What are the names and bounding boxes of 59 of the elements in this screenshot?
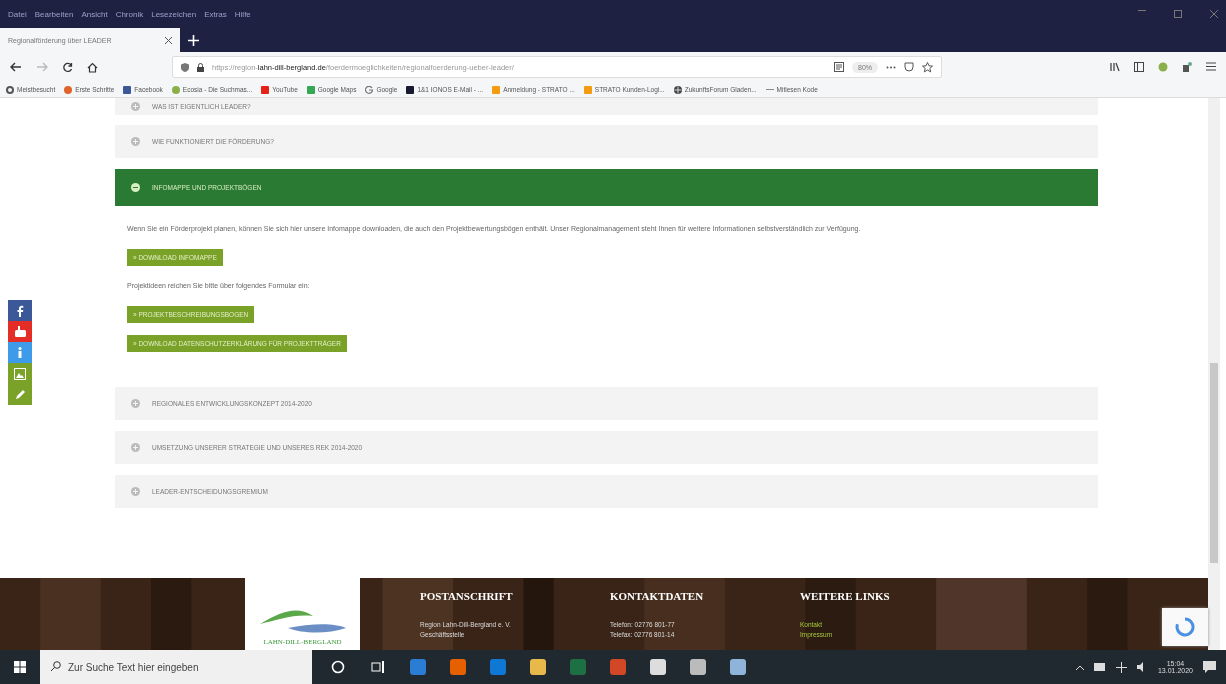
pocket-icon[interactable] xyxy=(904,62,914,72)
network-icon[interactable] xyxy=(1115,661,1127,673)
app-icon[interactable] xyxy=(529,658,547,676)
maximize-icon[interactable] xyxy=(1174,10,1182,18)
star-icon[interactable] xyxy=(922,61,933,73)
plus-circle-icon xyxy=(131,102,140,111)
recaptcha-icon xyxy=(1175,617,1195,637)
close-icon[interactable] xyxy=(165,36,172,44)
notification-icon[interactable] xyxy=(1203,661,1216,673)
battery-icon[interactable] xyxy=(1093,663,1106,671)
plus-circle-icon xyxy=(131,399,140,408)
menu-icon[interactable] xyxy=(1206,62,1216,71)
social-button[interactable] xyxy=(8,342,32,363)
menu-item[interactable]: Datei xyxy=(8,9,27,19)
windows-icon[interactable] xyxy=(14,661,26,673)
social-button[interactable] xyxy=(8,321,32,342)
sidebar-icon[interactable] xyxy=(1134,62,1144,72)
footer-heading: POSTANSCHRIFT xyxy=(420,590,514,602)
plus-circle-icon xyxy=(131,183,140,192)
footer-heading: KONTAKTDATEN xyxy=(610,590,705,602)
menu-item[interactable]: Chronik xyxy=(115,9,144,19)
recaptcha-badge[interactable] xyxy=(1162,608,1208,646)
app-icon[interactable] xyxy=(689,658,707,676)
shield-icon xyxy=(181,62,189,72)
menu-item[interactable]: Ansicht xyxy=(81,9,108,19)
plus-circle-icon xyxy=(131,137,140,146)
menu-item[interactable]: Extras xyxy=(204,9,227,19)
search-field[interactable]: Zur Suche Text hier eingeben xyxy=(40,650,312,684)
menu-item[interactable]: Hilfe xyxy=(234,9,251,19)
pencil-icon xyxy=(14,389,26,400)
reload-icon[interactable] xyxy=(62,61,73,73)
scrollbar[interactable] xyxy=(1208,98,1220,650)
library-icon[interactable] xyxy=(1110,62,1120,72)
info-icon xyxy=(18,347,22,358)
plus-circle-icon xyxy=(131,443,140,452)
social-button[interactable] xyxy=(8,363,32,384)
footer-heading: WEITERE LINKS xyxy=(800,590,891,602)
youtube-icon xyxy=(14,326,26,337)
more-icon[interactable] xyxy=(886,65,896,69)
menu-item[interactable]: Bearbeiten xyxy=(34,9,74,19)
plus-circle-icon xyxy=(131,487,140,496)
reader-icon[interactable] xyxy=(834,62,844,72)
back-icon[interactable] xyxy=(10,62,22,72)
lock-icon xyxy=(197,62,204,72)
chevron-up-icon[interactable] xyxy=(1075,664,1084,670)
task-view-icon[interactable] xyxy=(371,661,385,673)
extension-icon[interactable] xyxy=(1182,62,1192,72)
menu-item[interactable]: Lesezeichen xyxy=(151,9,197,19)
plus-icon[interactable] xyxy=(188,34,199,46)
social-button[interactable] xyxy=(8,300,32,321)
app-icon[interactable] xyxy=(729,658,747,676)
circle-icon[interactable] xyxy=(331,660,345,674)
image-icon xyxy=(14,367,26,380)
app-icon[interactable] xyxy=(649,658,667,676)
search-icon xyxy=(50,661,61,672)
social-button[interactable] xyxy=(8,384,32,405)
home-icon[interactable] xyxy=(87,61,98,73)
close-icon[interactable] xyxy=(1210,10,1218,18)
facebook-icon xyxy=(16,304,24,317)
